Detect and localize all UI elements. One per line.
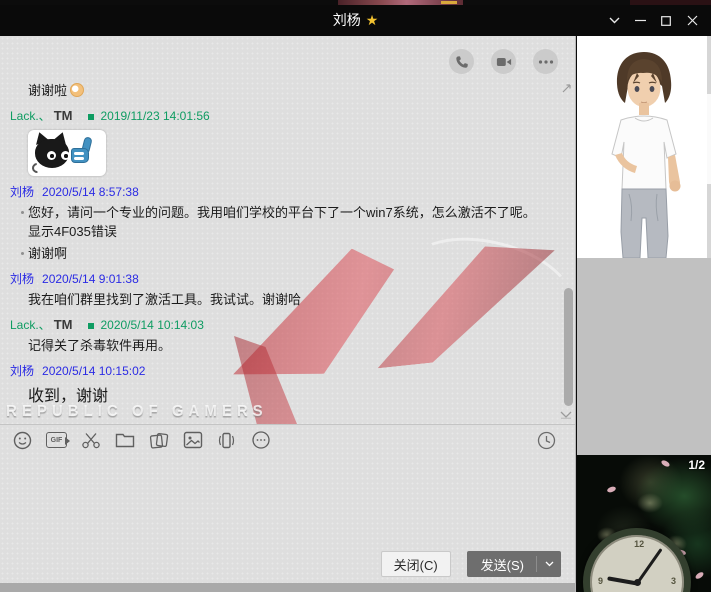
titlebar[interactable]: 刘杨 ★ — [0, 5, 711, 36]
close-chat-button[interactable]: 关闭(C) — [381, 551, 451, 577]
clock-minute-hand — [636, 548, 662, 584]
chat-message-text: 谢谢啦 — [28, 81, 541, 100]
anime-character-illustration — [577, 36, 711, 258]
emoji-icon[interactable] — [12, 430, 33, 451]
sidebar-scrollbar-thumb[interactable] — [707, 94, 711, 184]
status-square-icon — [88, 114, 94, 120]
self-message-meta: 刘杨 2020/5/14 8:57:38 — [10, 184, 541, 200]
cat-eye — [47, 151, 56, 160]
message-timestamp: 2019/11/23 14:01:56 — [100, 109, 209, 123]
gif-label: GIF — [51, 437, 63, 444]
input-toolbar: GIF — [0, 425, 575, 455]
cat-eye — [61, 151, 70, 160]
background-window-fragment — [441, 1, 457, 4]
flower-blur — [637, 493, 663, 513]
send-options-chevron[interactable] — [537, 561, 561, 567]
message-timestamp: 2020/5/14 10:15:02 — [42, 364, 145, 378]
media-page-indicator: 1/2 — [688, 458, 705, 472]
contact-name-title: 刘杨 — [333, 12, 361, 28]
peer-message-meta: Lack.、TM 2020/5/14 10:14:03 — [10, 317, 541, 333]
screenshot-scissors-icon[interactable] — [80, 430, 101, 451]
clock-hour-hand — [607, 577, 637, 586]
action-buttons: 关闭(C) 发送(S) — [381, 545, 561, 583]
petal — [660, 459, 670, 468]
send-button-label: 发送(S) — [467, 555, 536, 574]
minimize-button[interactable] — [627, 5, 653, 36]
chat-message-text: 谢谢啊 — [28, 244, 541, 263]
maximize-button[interactable] — [653, 5, 679, 36]
chat-scrollbar-thumb[interactable] — [564, 288, 573, 406]
window-controls — [601, 5, 705, 36]
chat-message-text: 我在咱们群里找到了激活工具。我试试。谢谢哈 — [28, 290, 541, 309]
image-collection-icon[interactable] — [148, 430, 169, 451]
peer-nickname-suffix: TM — [54, 108, 73, 123]
peer-nickname[interactable]: Lack.、 — [10, 109, 51, 123]
peer-nickname-suffix: TM — [54, 317, 73, 332]
send-picture-icon[interactable] — [182, 430, 203, 451]
petal — [694, 571, 704, 580]
peer-message-meta: Lack.、TM 2019/11/23 14:01:56 — [10, 108, 541, 124]
contact-sidebar: 12 3 9 1/2 — [577, 36, 711, 592]
contact-media-thumbnail[interactable]: 12 3 9 1/2 — [577, 455, 711, 592]
self-nickname[interactable]: 刘杨 — [10, 272, 34, 286]
message-timestamp: 2020/5/14 10:14:03 — [100, 318, 203, 332]
message-list: 谢谢啦Lack.、TM2019/11/23 14:01:56刘杨2020/5/1… — [0, 36, 541, 412]
chat-sticker-cat-thumbs-up[interactable] — [28, 130, 106, 176]
send-file-folder-icon[interactable] — [114, 430, 135, 451]
self-message-meta: 刘杨 2020/5/14 9:01:38 — [10, 271, 541, 287]
message-history-area[interactable]: REPUBLIC OF GAMERS 谢谢啦Lack.、TM2019/11/23… — [0, 36, 575, 424]
window-shake-icon[interactable] — [216, 430, 237, 451]
ok-hand-emoji — [70, 83, 84, 97]
chat-message-text: 记得关了杀毒软件再用。 — [28, 336, 541, 355]
chat-message-text: 您好，请问一个专业的问题。我用咱们学校的平台下了一个win7系统，怎么激活不了呢… — [28, 203, 541, 241]
chat-column: REPUBLIC OF GAMERS 谢谢啦Lack.、TM2019/11/23… — [0, 36, 576, 592]
gif-hot-image-icon[interactable]: GIF — [46, 430, 67, 451]
more-tools-icon[interactable] — [250, 430, 271, 451]
self-nickname[interactable]: 刘杨 — [10, 185, 34, 199]
qq-chat-window: 刘杨★ REPUBLIC OF GAMERS — [0, 0, 711, 592]
contact-show-image[interactable] — [577, 36, 711, 258]
sidebar-empty-panel — [577, 258, 711, 455]
send-button[interactable]: 发送(S) — [467, 551, 561, 577]
message-history-clock-icon[interactable] — [536, 430, 557, 451]
self-nickname[interactable]: 刘杨 — [10, 364, 34, 378]
window-bottom-edge — [0, 583, 575, 592]
close-button[interactable] — [679, 5, 705, 36]
peer-nickname[interactable]: Lack.、 — [10, 318, 51, 332]
message-input[interactable] — [0, 455, 575, 545]
collapse-chevron-button[interactable] — [601, 5, 627, 36]
gif-camera-glyph — [65, 437, 70, 445]
expand-chat-icon[interactable] — [561, 81, 572, 99]
thumbs-up-glyph — [71, 137, 95, 169]
scroll-to-bottom-icon[interactable] — [560, 406, 572, 424]
status-square-icon — [88, 323, 94, 329]
message-timestamp: 2020/5/14 9:01:38 — [42, 272, 139, 286]
clock-center-dot — [634, 579, 641, 586]
petal — [606, 486, 616, 494]
vip-star-icon: ★ — [366, 12, 379, 28]
chat-message-text: 收到，谢谢 — [28, 385, 541, 409]
self-message-meta: 刘杨 2020/5/14 10:15:02 — [10, 363, 541, 379]
message-timestamp: 2020/5/14 8:57:38 — [42, 185, 139, 199]
